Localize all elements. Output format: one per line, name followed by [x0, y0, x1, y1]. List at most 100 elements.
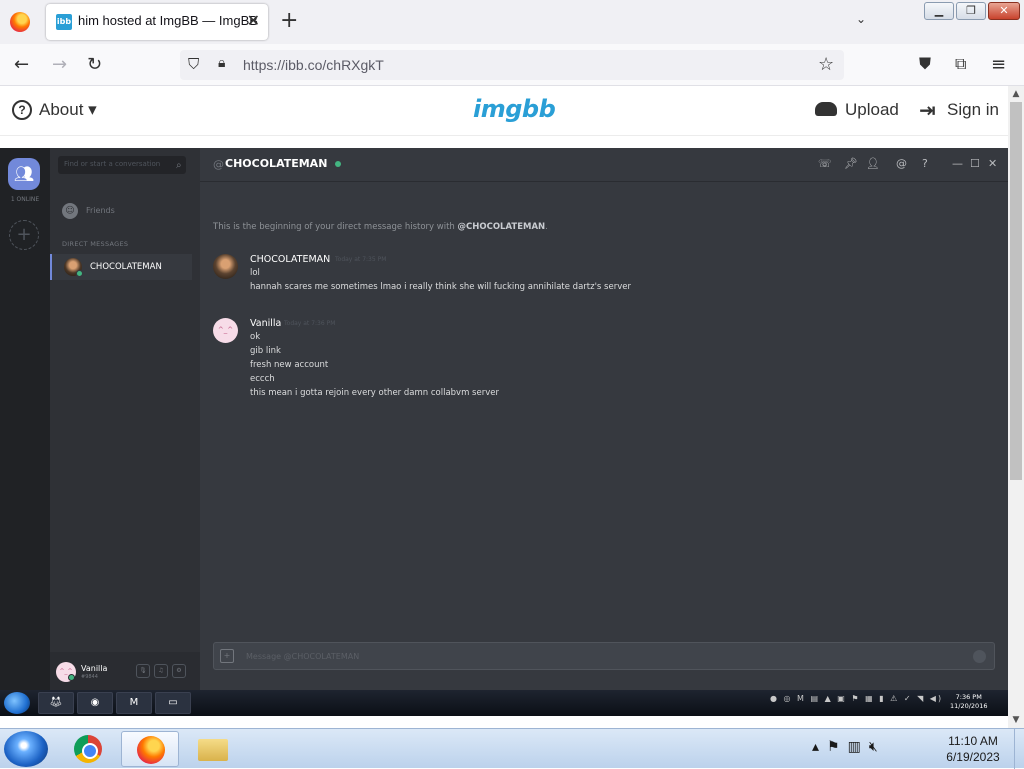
action-center-icon[interactable]: ⚑ [827, 739, 848, 755]
scrollbar-thumb[interactable] [1010, 102, 1022, 480]
beginning-text: This is the beginning of your direct mes… [213, 222, 458, 232]
beginning-end: . [545, 222, 548, 232]
discord-dm-sidebar: Find or start a conversation ⌕ ☺ Friends … [50, 148, 200, 690]
back-arrow-icon[interactable]: ← [14, 54, 29, 75]
taskbar-explorer[interactable] [184, 731, 242, 767]
window-controls: ▁ ❐ ✕ [924, 2, 1020, 20]
url-text[interactable]: https://ibb.co/chRXgkT [243, 57, 384, 73]
inner-folder-icon: ▭ [155, 692, 191, 714]
imgbb-logo[interactable]: imgbb [473, 95, 556, 123]
browser-tab-active[interactable]: ibb him hosted at ImgBB — ImgBB ✕ [46, 4, 268, 40]
app-menu-icon[interactable]: ≡ [991, 54, 1006, 75]
scroll-down-arrow-icon[interactable]: ▼ [1008, 712, 1024, 728]
browser-tab-bar: ibb him hosted at ImgBB — ImgBB ✕ + ⌄ ▁ … [0, 0, 1024, 44]
reload-icon[interactable]: ↻ [87, 54, 102, 75]
dm-search-box: Find or start a conversation [58, 156, 186, 174]
new-tab-icon[interactable]: + [280, 8, 298, 33]
discord-server-list: 👥︎ 1 ONLINE + [0, 148, 50, 690]
taskbar-chrome[interactable] [58, 731, 116, 767]
cloud-upload-icon[interactable] [815, 102, 837, 116]
inner-start-orb-icon [4, 692, 30, 714]
dm-list-item: CHOCOLATEMAN [50, 254, 192, 280]
tab-close-icon[interactable]: ✕ [247, 11, 260, 30]
friends-nav-item: ☺ Friends [62, 200, 115, 219]
network-icon[interactable]: ▥ [848, 739, 869, 755]
firefox-menu-icon[interactable] [10, 12, 30, 32]
clock-time: 11:10 AM [948, 734, 998, 748]
beginning-name: @CHOCOLATEMAN [457, 222, 546, 232]
start-button-icon[interactable] [4, 731, 48, 767]
scroll-up-arrow-icon[interactable]: ▲ [1008, 86, 1024, 102]
direct-messages-header: DIRECT MESSAGES [62, 240, 129, 248]
add-server-icon: + [9, 220, 39, 250]
deafen-icon: ♫ [154, 664, 168, 678]
tracking-shield-icon[interactable]: ⛉ [188, 55, 199, 73]
friends-icon: ☺ [62, 202, 78, 219]
online-status-dot [68, 674, 75, 681]
upload-plus-icon: + [220, 649, 234, 663]
taskbar-firefox[interactable] [121, 731, 179, 767]
user-tag: #9844 [81, 674, 98, 680]
avatar: ^_^ [213, 318, 238, 343]
inner-clock-time: 7:36 PM [955, 693, 982, 701]
address-bar[interactable]: ⛉ 🔒︎ https://ibb.co/chRXgkT ☆ [180, 50, 844, 80]
message-line: ok [250, 332, 261, 342]
inner-malwarebytes-icon: M [116, 692, 152, 714]
online-status-dot [76, 270, 83, 277]
hosted-image[interactable]: 👥︎ 1 ONLINE + Find or start a conversati… [0, 148, 1008, 716]
search-icon: ⌕ [176, 160, 182, 171]
dm-beginning-notice: This is the beginning of your direct mes… [213, 222, 548, 232]
inner-clock: 7:36 PM 11/20/2016 [950, 693, 987, 711]
user-panel: ^_^ Vanilla #9844 🎙︎ ♫ ⚙ [50, 652, 200, 690]
emoji-icon [973, 650, 986, 663]
question-circle-icon[interactable]: ? [12, 100, 32, 120]
upload-button[interactable]: Upload [845, 100, 899, 120]
dm-search-placeholder: Find or start a conversation [64, 160, 161, 168]
message-line: hannah scares me sometimes lmao i really… [250, 282, 631, 292]
inner-discord-icon: ◉ [77, 692, 113, 714]
url-path: /chRXgkT [322, 57, 384, 73]
online-count: 1 ONLINE [10, 196, 40, 203]
chrome-icon [74, 735, 102, 763]
folder-icon [198, 739, 228, 761]
dm-item-name: CHOCOLATEMAN [90, 262, 162, 272]
inner-clock-date: 11/20/2016 [950, 702, 988, 710]
sign-in-button[interactable]: Sign in [947, 100, 999, 120]
extensions-icon[interactable]: ⧉ [955, 54, 966, 74]
forward-arrow-icon[interactable]: → [52, 54, 67, 75]
lock-icon[interactable]: 🔒︎ [218, 55, 225, 71]
friends-label: Friends [86, 206, 115, 215]
system-tray[interactable]: ▴⚑▥🔇︎ [812, 739, 886, 755]
pocket-icon[interactable]: ⛊ [919, 54, 931, 74]
message-line: gib link [250, 346, 281, 356]
firefox-icon [137, 736, 165, 764]
minimize-window-button[interactable]: ▁ [924, 2, 954, 20]
bookmark-star-icon[interactable]: ☆ [818, 54, 834, 75]
list-all-tabs-icon[interactable]: ⌄ [856, 12, 866, 26]
show-desktop-button[interactable] [1014, 729, 1024, 769]
message-author: Vanilla [250, 318, 282, 329]
taskbar-clock[interactable]: 11:10 AM 6/19/2023 [940, 733, 1006, 765]
page-scrollbar[interactable]: ▲ ▼ [1008, 86, 1024, 728]
restore-window-button[interactable]: ❐ [956, 2, 986, 20]
composer-placeholder: Message @CHOCOLATEMAN [246, 652, 360, 661]
message-list: This is the beginning of your direct mes… [213, 148, 1003, 648]
sign-in-icon[interactable]: ⇥ [919, 98, 936, 122]
message-composer: + Message @CHOCOLATEMAN [213, 642, 995, 670]
message-line: lol [250, 268, 260, 278]
message-author: CHOCOLATEMAN [250, 254, 331, 265]
about-menu[interactable]: About ▾ [39, 100, 97, 120]
imgbb-favicon-icon: ibb [56, 14, 72, 30]
message-timestamp: Today at 7:35 PM [335, 256, 387, 263]
show-hidden-icons-icon[interactable]: ▴ [812, 739, 827, 755]
message-line: fresh new account [250, 360, 329, 370]
user-panel-controls: 🎙︎ ♫ ⚙ [136, 664, 186, 678]
close-window-button[interactable]: ✕ [988, 2, 1020, 20]
imgbb-header: ? About ▾ imgbb Upload ⇥ Sign in [0, 86, 1008, 136]
url-prefix: https:// [243, 57, 286, 73]
volume-muted-icon[interactable]: 🔇︎ [869, 739, 886, 755]
message-line: eccch [250, 374, 275, 384]
browser-nav-bar: ← → ↻ ⛉ 🔒︎ https://ibb.co/chRXgkT ☆ ⛊ ⧉ … [0, 44, 1024, 86]
clock-date: 6/19/2023 [946, 750, 1000, 764]
avatar [213, 254, 238, 279]
